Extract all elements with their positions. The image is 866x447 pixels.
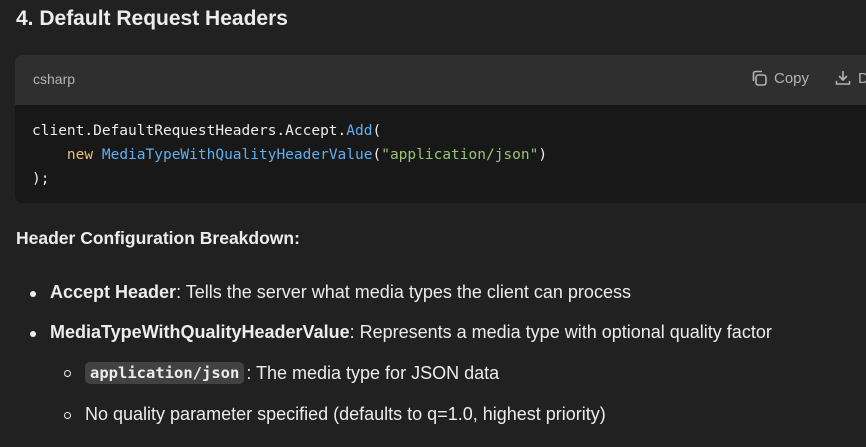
copy-icon	[750, 69, 768, 87]
copy-button[interactable]: Copy	[750, 69, 809, 87]
circle-bullet-icon	[64, 370, 71, 377]
sub-list-item-text: No quality parameter specified (defaults…	[85, 404, 606, 424]
code-token: client.DefaultRequestHeaders.Accept.	[32, 123, 347, 139]
list-item-text: : Tells the server what media types the …	[176, 282, 631, 302]
code-token: (	[372, 123, 382, 139]
code-language-label: csharp	[33, 71, 76, 87]
sub-list-item-text: : The media type for JSON data	[246, 362, 500, 383]
download-icon	[834, 69, 852, 87]
download-button[interactable]: D	[834, 69, 866, 87]
sub-list-item: application/json: The media type for JSO…	[64, 362, 500, 384]
circle-bullet-icon	[64, 412, 71, 419]
code-token-type: MediaTypeWithQualityHeaderValue	[101, 147, 373, 163]
inline-code: application/json	[85, 362, 245, 384]
code-token: );	[32, 171, 50, 187]
copy-button-label: Copy	[774, 69, 810, 87]
code-block-header: csharp Copy D	[15, 55, 866, 105]
list-item-text: : Represents a media type with optional …	[349, 322, 772, 342]
section-heading: 4. Default Request Headers	[16, 7, 288, 30]
list-item: MediaTypeWithQualityHeaderValue: Represe…	[30, 322, 772, 343]
code-token-string: "application/json"	[381, 147, 539, 163]
bullet-icon	[30, 291, 36, 297]
code-block: csharp Copy D client.DefaultRequestHeade…	[15, 55, 866, 203]
sub-list-item: No quality parameter specified (defaults…	[64, 404, 606, 425]
subheading: Header Configuration Breakdown:	[16, 228, 300, 248]
bullet-icon	[30, 331, 36, 337]
code-token: )	[538, 147, 548, 163]
list-item-term: MediaTypeWithQualityHeaderValue	[50, 322, 350, 342]
code-token: (	[372, 147, 382, 163]
download-button-label: D	[858, 69, 866, 87]
code-content: client.DefaultRequestHeaders.Accept.Add(…	[15, 105, 866, 191]
list-item: Accept Header: Tells the server what med…	[30, 282, 631, 303]
code-token-keyword: new	[66, 147, 94, 163]
list-item-term: Accept Header	[50, 282, 177, 302]
code-token-method: Add	[346, 123, 373, 139]
